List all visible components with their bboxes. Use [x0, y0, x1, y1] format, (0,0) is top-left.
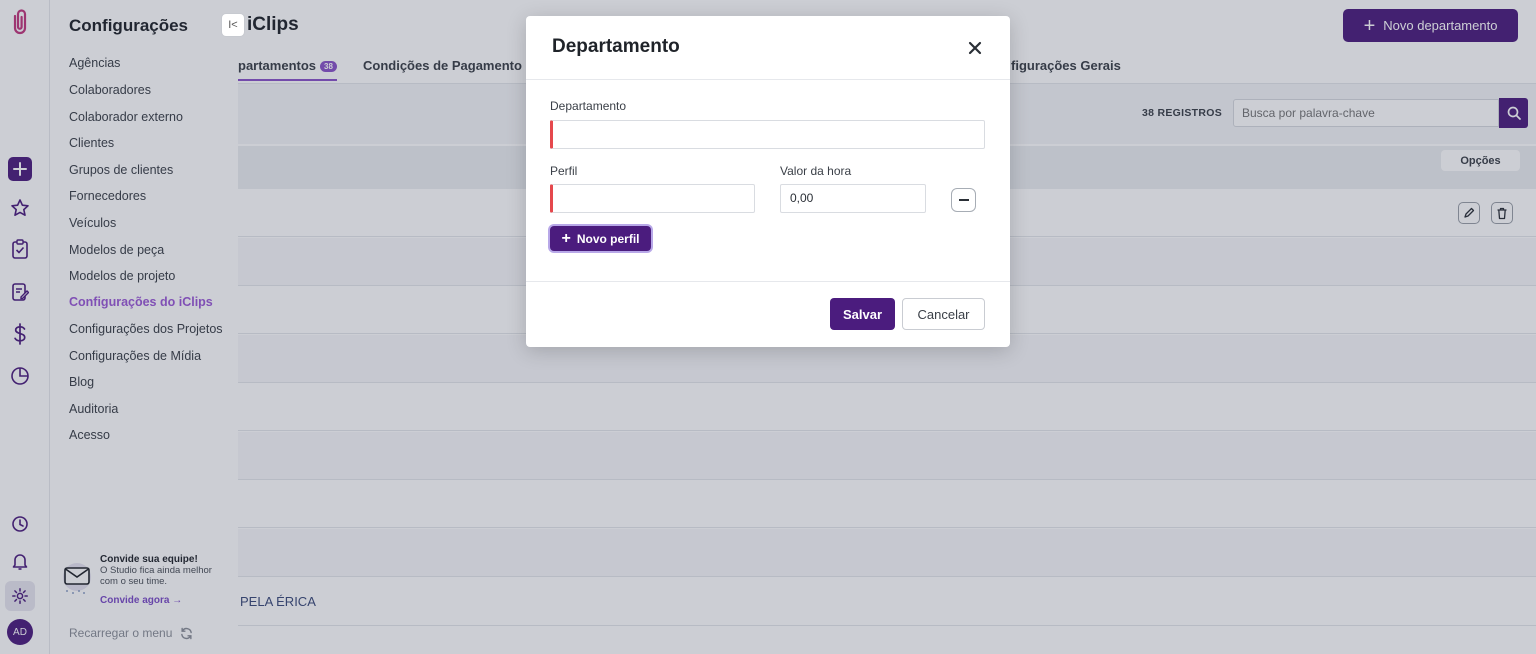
profile-input[interactable]	[550, 184, 755, 213]
close-icon[interactable]	[967, 40, 983, 56]
cancel-button[interactable]: Cancelar	[902, 298, 985, 330]
hour-value-input[interactable]: 0,00	[780, 184, 926, 213]
hour-value-label: Valor da hora	[780, 164, 852, 178]
divider	[526, 281, 1010, 282]
divider	[526, 79, 1010, 80]
new-profile-label: Novo perfil	[576, 231, 640, 246]
minus-icon	[958, 199, 969, 201]
new-profile-button[interactable]: + Novo perfil	[550, 226, 651, 251]
department-input[interactable]	[550, 120, 985, 149]
collapse-menu-button[interactable]: I<	[221, 13, 245, 37]
modal-title: Departamento	[552, 36, 680, 57]
department-modal: Departamento Departamento Perfil Valor d…	[526, 16, 1010, 347]
plus-icon: +	[561, 229, 571, 247]
remove-profile-button[interactable]	[951, 188, 976, 212]
save-button[interactable]: Salvar	[830, 298, 895, 330]
department-label: Departamento	[550, 99, 627, 113]
profile-label: Perfil	[550, 164, 578, 178]
